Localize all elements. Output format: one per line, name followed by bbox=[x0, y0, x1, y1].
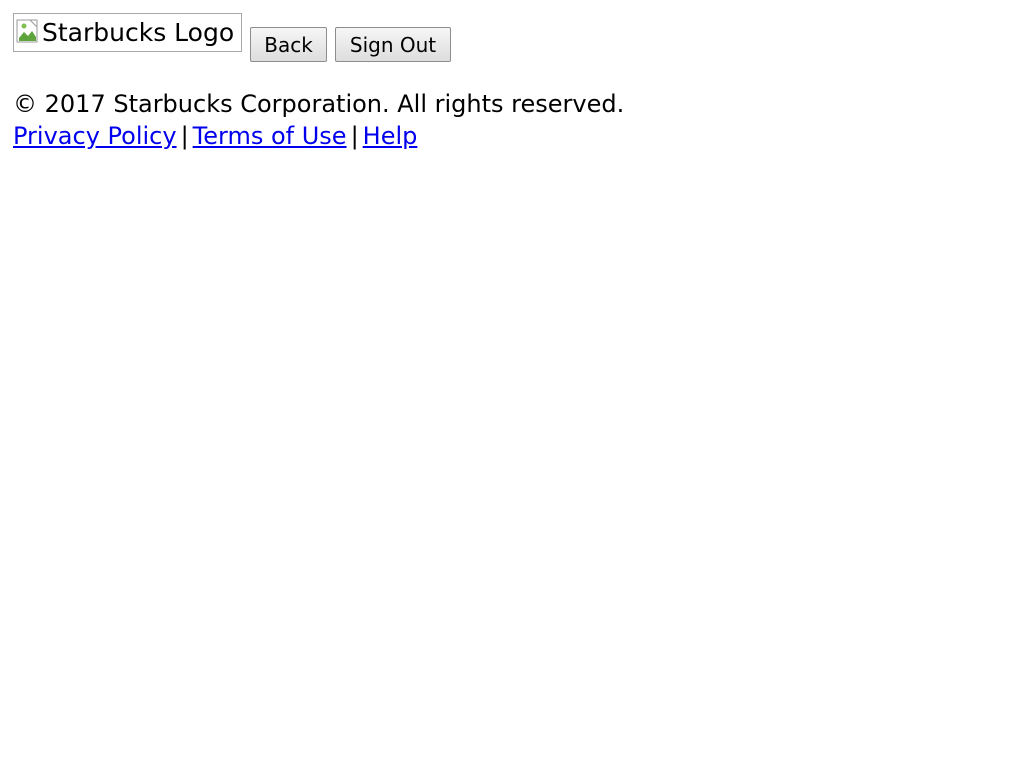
footer: © 2017 Starbucks Corporation. All rights… bbox=[13, 88, 624, 152]
broken-image-icon bbox=[16, 19, 38, 42]
starbucks-logo[interactable]: Starbucks Logo bbox=[13, 13, 242, 52]
logo-alt-text: Starbucks Logo bbox=[42, 18, 235, 47]
footer-links: Privacy Policy | Terms of Use | Help bbox=[13, 120, 624, 152]
sign-out-button[interactable]: Sign Out bbox=[335, 27, 451, 62]
back-button[interactable]: Back bbox=[250, 27, 327, 62]
help-link[interactable]: Help bbox=[363, 122, 418, 150]
header: Starbucks Logo Back Sign Out bbox=[13, 13, 451, 62]
copyright-text: © 2017 Starbucks Corporation. All rights… bbox=[13, 90, 625, 118]
privacy-policy-link[interactable]: Privacy Policy bbox=[13, 122, 177, 150]
terms-of-use-link[interactable]: Terms of Use bbox=[193, 122, 347, 150]
link-separator: | bbox=[180, 122, 189, 150]
link-separator: | bbox=[350, 122, 359, 150]
